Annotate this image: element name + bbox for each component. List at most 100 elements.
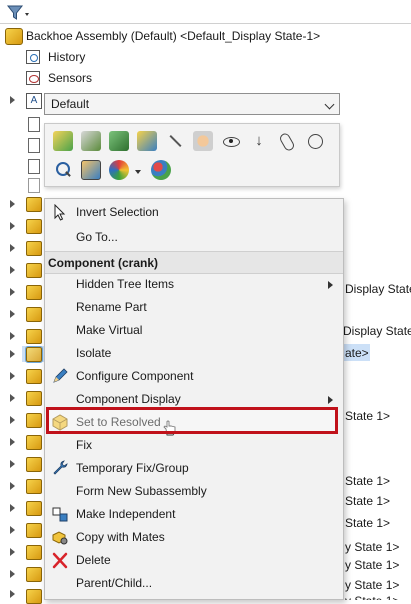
part-icon xyxy=(26,479,42,494)
part-icon xyxy=(26,285,42,300)
expand-caret[interactable] xyxy=(10,590,15,598)
menu-label: Rename Part xyxy=(76,300,147,314)
menu-item-make-virtual[interactable]: Make Virtual xyxy=(45,319,343,342)
menu-label: Component Display xyxy=(76,392,181,406)
menu-item-configure-component[interactable]: Configure Component xyxy=(45,365,343,388)
part-icon xyxy=(26,241,42,256)
plane-icon xyxy=(28,138,40,153)
edit-part-icon[interactable] xyxy=(81,131,101,151)
expand-caret[interactable] xyxy=(10,416,15,424)
menu-section-header: Component (crank) xyxy=(45,251,343,274)
context-toolbar: ↓ xyxy=(44,123,340,187)
part-icon xyxy=(26,435,42,450)
expand-caret[interactable] xyxy=(10,96,15,104)
tree-label-fragment: Display State- xyxy=(345,282,411,296)
pencil-icon xyxy=(53,368,68,383)
expand-caret[interactable] xyxy=(10,332,15,340)
chevron-down-icon xyxy=(324,99,335,110)
expand-caret[interactable] xyxy=(10,288,15,296)
part-icon xyxy=(26,501,42,516)
menu-item-hidden-tree-items[interactable]: Hidden Tree Items xyxy=(45,273,343,296)
view-eye-icon[interactable] xyxy=(221,131,241,151)
part-icon xyxy=(26,263,42,278)
expand-caret[interactable] xyxy=(10,350,15,358)
tree-label-fragment: y State 1> xyxy=(345,540,400,554)
highlight-box xyxy=(46,407,338,434)
show-icon[interactable] xyxy=(193,131,213,151)
menu-label: Go To... xyxy=(76,230,118,244)
mates-icon[interactable] xyxy=(305,131,325,151)
edit-config-icon[interactable] xyxy=(137,131,157,151)
menu-label: Make Independent xyxy=(76,507,176,521)
menu-item-isolate[interactable]: Isolate xyxy=(45,342,343,365)
make-independent-icon xyxy=(52,507,68,522)
expand-caret[interactable] xyxy=(10,460,15,468)
menu-item-delete[interactable]: Delete xyxy=(45,549,343,572)
tree-label-fragment: y State 1> xyxy=(345,578,400,592)
menu-label: Isolate xyxy=(76,346,112,360)
tree-label-fragment: y State 1> xyxy=(345,594,399,600)
tree-label-fragment: y State 1> xyxy=(345,558,400,572)
open-assembly-icon[interactable] xyxy=(109,131,129,151)
submenu-arrow-icon xyxy=(328,281,333,289)
expand-caret[interactable] xyxy=(10,570,15,578)
expand-caret[interactable] xyxy=(10,526,15,534)
annotations-icon: A xyxy=(26,93,42,109)
menu-item-invert-selection[interactable]: Invert Selection xyxy=(45,201,343,224)
copy-with-mates-icon xyxy=(52,531,68,545)
expand-caret[interactable] xyxy=(10,266,15,274)
expand-caret[interactable] xyxy=(10,394,15,402)
expand-caret[interactable] xyxy=(10,504,15,512)
menu-label: Hidden Tree Items xyxy=(76,277,175,291)
menu-item-temporary-fix-group[interactable]: Temporary Fix/Group xyxy=(45,457,343,480)
expand-caret[interactable] xyxy=(10,222,15,230)
configuration-dropdown[interactable]: Default xyxy=(44,93,340,115)
zoom-to-selection-icon[interactable] xyxy=(53,160,73,180)
part-icon xyxy=(26,589,42,604)
tree-root-label[interactable]: Backhoe Assembly (Default) <Default_Disp… xyxy=(26,29,320,43)
sort-icon[interactable]: ↓ xyxy=(249,131,269,151)
hide-icon[interactable] xyxy=(165,131,185,151)
tree-item-history[interactable]: History xyxy=(48,50,85,64)
submenu-arrow-icon xyxy=(328,396,333,404)
menu-item-make-independent[interactable]: Make Independent xyxy=(45,503,343,526)
display-states-icon[interactable] xyxy=(151,160,171,180)
paperclip-icon[interactable] xyxy=(277,131,297,153)
part-icon xyxy=(26,369,42,384)
wrench-icon xyxy=(53,460,68,475)
menu-item-go-to[interactable]: Go To... xyxy=(45,226,343,249)
assembly-icon xyxy=(5,28,23,45)
expand-caret[interactable] xyxy=(10,200,15,208)
menu-item-copy-with-mates[interactable]: Copy with Mates xyxy=(45,526,343,549)
sensors-icon xyxy=(26,71,40,85)
menu-item-parent-child[interactable]: Parent/Child... xyxy=(45,572,343,595)
chevron-down-icon[interactable] xyxy=(135,170,141,174)
tree-item-sensors[interactable]: Sensors xyxy=(48,71,92,85)
part-icon xyxy=(26,197,42,212)
menu-label: Fix xyxy=(76,438,92,452)
tree-divider xyxy=(0,23,411,24)
origin-icon xyxy=(28,178,40,193)
expand-caret[interactable] xyxy=(10,438,15,446)
expand-caret[interactable] xyxy=(10,548,15,556)
menu-item-rename-part[interactable]: Rename Part xyxy=(45,296,343,319)
appearance-icon[interactable] xyxy=(109,160,129,180)
plane-icon xyxy=(28,117,40,132)
expand-caret[interactable] xyxy=(10,310,15,318)
part-icon xyxy=(26,523,42,538)
part-icon xyxy=(26,545,42,560)
expand-caret[interactable] xyxy=(10,244,15,252)
open-part-icon[interactable] xyxy=(53,131,73,151)
expand-caret[interactable] xyxy=(10,372,15,380)
menu-item-form-new-subassembly[interactable]: Form New Subassembly xyxy=(45,480,343,503)
menu-item-fix[interactable]: Fix xyxy=(45,434,343,457)
expand-caret[interactable] xyxy=(10,482,15,490)
section-header-label: Component (crank) xyxy=(48,256,159,270)
part-icon xyxy=(26,391,42,406)
menu-label: Make Virtual xyxy=(76,323,143,337)
tree-label-fragment: State 1> xyxy=(345,516,391,530)
view-icon[interactable] xyxy=(81,160,101,180)
dropdown-value: Default xyxy=(51,97,90,111)
cursor-icon xyxy=(54,204,66,221)
filter-button[interactable] xyxy=(6,4,32,22)
